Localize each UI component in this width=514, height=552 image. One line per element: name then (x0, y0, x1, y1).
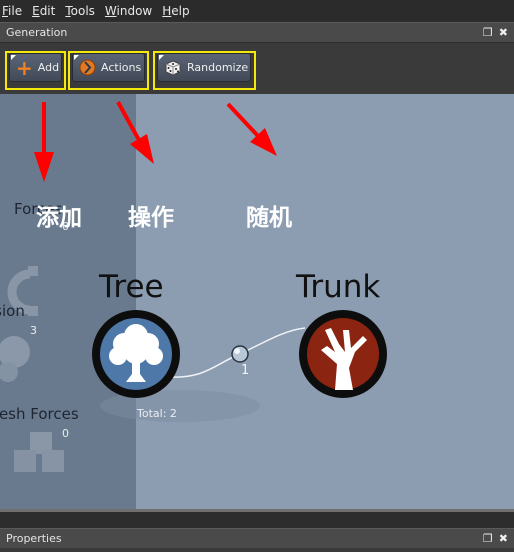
generation-toolbar: + Add Actions Randomize (0, 43, 514, 94)
trunk-node[interactable] (297, 308, 389, 400)
link-count-label: 1 (241, 363, 250, 378)
restore-icon[interactable]: ❐ (483, 533, 493, 544)
restore-icon[interactable]: ❐ (483, 27, 493, 38)
graph-canvas[interactable]: Forces 0 Collision 3 Mesh Forces 0 添加 操作… (0, 94, 514, 509)
menu-edit[interactable]: Edit (32, 4, 55, 18)
menu-file[interactable]: File (2, 4, 22, 18)
tree-node[interactable] (90, 308, 182, 400)
graph-connections (100, 327, 306, 422)
menu-bar: File Edit Tools Window Help (0, 0, 514, 21)
menu-help[interactable]: Help (162, 4, 189, 18)
generation-panel-header: Generation ❐ ✖ (0, 22, 514, 42)
generation-panel-title: Generation (6, 26, 68, 39)
properties-panel-body (0, 548, 514, 552)
panel-gap (0, 512, 514, 528)
menu-window[interactable]: Window (105, 4, 152, 18)
properties-panel-title: Properties (6, 532, 62, 545)
panel-window-controls: ❐ ✖ (483, 27, 508, 38)
close-icon[interactable]: ✖ (499, 27, 508, 38)
properties-panel-header: Properties ❐ ✖ (0, 528, 514, 548)
menu-tools[interactable]: Tools (65, 4, 95, 18)
link-joint (231, 345, 249, 363)
properties-window-controls: ❐ ✖ (483, 533, 508, 544)
close-icon[interactable]: ✖ (499, 533, 508, 544)
tree-total-label: Total: 2 (137, 407, 177, 420)
add-highlight-box (5, 51, 66, 90)
actions-highlight-box (68, 51, 149, 90)
randomize-highlight-box (153, 51, 256, 90)
